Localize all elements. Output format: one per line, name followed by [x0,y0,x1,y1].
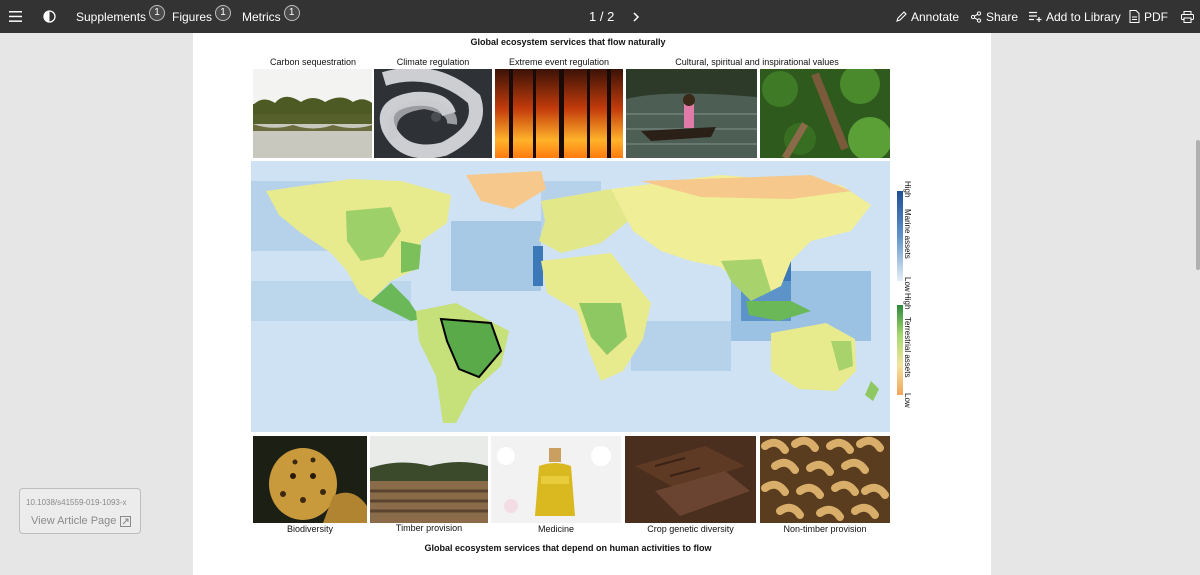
metrics-tab[interactable]: Metrics 1 [242,0,300,33]
pdf-page: Global ecosystem services that flow natu… [193,33,991,575]
label-timber-provision: Timber provision [395,523,463,533]
supplements-tab[interactable]: Supplements 1 [76,0,166,33]
share-icon [970,10,982,23]
label-carbon-sequestration: Carbon sequestration [269,57,357,67]
label-climate-regulation: Climate regulation [396,57,470,67]
figures-tab[interactable]: Figures 1 [172,0,232,33]
photo-hurricane [374,69,492,158]
pdf-label: PDF [1144,9,1168,24]
pdf-file-icon [1129,10,1140,23]
view-article-page-link[interactable]: View Article Page [31,515,132,527]
marine-assets-title: Marine assets [903,209,912,259]
print-button[interactable] [1181,0,1194,33]
terrestrial-assets-title: Terrestrial assets [903,317,912,378]
view-article-page-label: View Article Page [31,515,117,527]
metrics-count-badge: 1 [283,4,300,21]
terrestrial-low-label: Low [903,393,912,408]
photo-rainforest [760,69,890,158]
add-to-library-button[interactable]: Add to Library [1029,0,1121,33]
pencil-icon [895,10,907,23]
label-non-timber-provision: Non-timber provision [783,524,867,534]
chevron-right-icon [633,11,640,22]
scrollbar-thumb[interactable] [1196,140,1200,270]
add-list-icon [1029,11,1042,22]
add-to-library-label: Add to Library [1046,9,1121,24]
menu-icon[interactable] [9,0,22,33]
supplements-count-badge: 1 [149,4,166,21]
photo-chocolate [625,436,756,523]
photo-jaguar [253,436,367,523]
share-label: Share [986,9,1019,24]
label-extreme-event-regulation: Extreme event regulation [508,57,610,67]
pdf-button[interactable]: PDF [1129,0,1168,33]
article-info-card: 10.1038/s41559-019-1093-x View Article P… [19,488,141,534]
printer-icon [1181,10,1194,23]
figures-label: Figures [172,9,213,24]
page-indicator: 1 / 2 [589,9,615,24]
photo-canoe [626,69,757,158]
label-medicine: Medicine [537,524,575,534]
label-crop-genetic-diversity: Crop genetic diversity [647,524,734,534]
photo-cashews [760,436,890,523]
figure-bottom-title: Global ecosystem services that depend on… [424,543,712,553]
photo-forest-reflection [253,69,372,158]
next-page-button[interactable] [632,0,640,33]
contrast-icon[interactable] [43,0,56,33]
figure-top-title: Global ecosystem services that flow natu… [470,37,666,47]
external-link-icon [120,515,132,527]
scrollbar-track[interactable] [1194,33,1200,575]
metrics-label: Metrics [242,9,281,24]
marine-high-label: High [903,181,912,198]
supplements-label: Supplements [76,9,147,24]
photo-timber-logs [370,436,488,523]
photo-oil-bottle [491,436,621,523]
doi-text: 10.1038/s41559-019-1093-x [26,498,127,507]
label-biodiversity: Biodiversity [286,524,333,534]
reader-toolbar: Supplements 1 Figures 1 Metrics 1 1 / 2 … [0,0,1200,33]
label-cultural-values: Cultural, spiritual and inspirational va… [675,57,839,67]
terrestrial-high-label: High [903,293,912,310]
photo-wildfire [495,69,623,158]
world-ecosystem-map [251,161,890,432]
marine-low-label: Low [903,277,912,292]
share-button[interactable]: Share [970,0,1018,33]
figures-count-badge: 1 [215,4,232,21]
annotate-label: Annotate [911,9,960,24]
annotate-button[interactable]: Annotate [895,0,959,33]
